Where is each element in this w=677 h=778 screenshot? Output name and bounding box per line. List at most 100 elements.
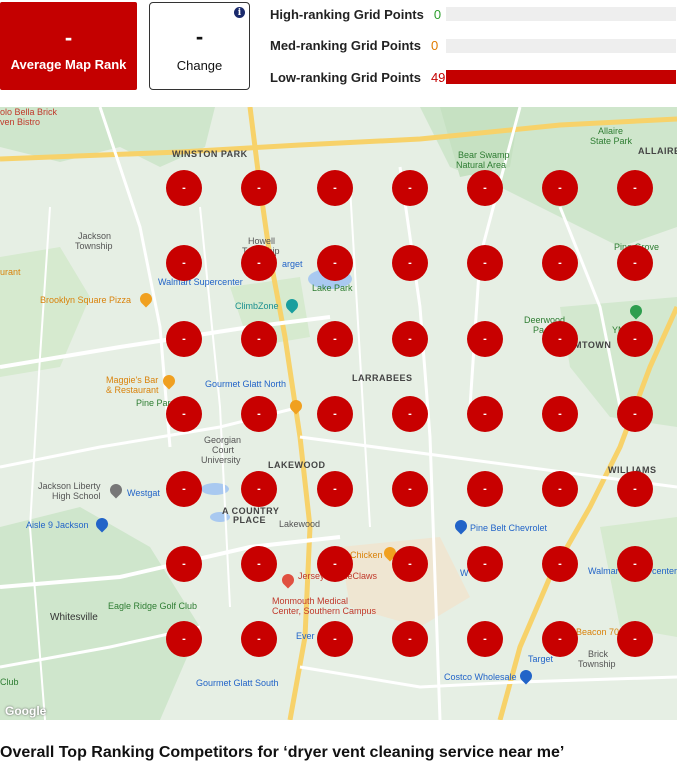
- map-label-restaurant: & Restaurant: [106, 385, 159, 395]
- rank-grid-map[interactable]: olo Bella Brick ven Bistro WINSTON PARK …: [0, 107, 677, 720]
- grid-point-r6-c5[interactable]: -: [467, 546, 503, 582]
- grid-point-r1-c4[interactable]: -: [392, 170, 428, 206]
- map-label-westgate: Westgat: [127, 488, 160, 498]
- grid-point-r3-c1[interactable]: -: [166, 321, 202, 357]
- grid-point-r6-c7[interactable]: -: [617, 546, 653, 582]
- change-value: -: [195, 23, 204, 49]
- grid-point-r5-c5[interactable]: -: [467, 471, 503, 507]
- map-label-urant: urant: [0, 267, 21, 277]
- map-label-brooklyn-square-pizza: Brooklyn Square Pizza: [40, 295, 132, 305]
- map-label-place: PLACE: [233, 515, 267, 525]
- grid-point-r7-c5[interactable]: -: [467, 621, 503, 657]
- grid-point-r3-c4[interactable]: -: [392, 321, 428, 357]
- grid-point-r2-c4[interactable]: -: [392, 245, 428, 281]
- grid-point-r6-c4[interactable]: -: [392, 546, 428, 582]
- grid-point-r3-c2[interactable]: -: [241, 321, 277, 357]
- map-label-allaire-caps: ALLAIRE: [638, 146, 677, 156]
- info-icon[interactable]: i: [234, 7, 245, 18]
- low-ranking-label: Low-ranking Grid Points: [270, 69, 421, 85]
- high-ranking-bar: [446, 7, 676, 21]
- grid-point-r3-c6[interactable]: -: [542, 321, 578, 357]
- map-label-lake-park: Lake Park: [312, 283, 353, 293]
- low-ranking-bar: [446, 70, 676, 84]
- grid-point-r1-c7[interactable]: -: [617, 170, 653, 206]
- med-ranking-row: Med-ranking Grid Points 0: [270, 35, 447, 55]
- map-label-jackson-township: Township: [75, 241, 113, 251]
- grid-point-r1-c6[interactable]: -: [542, 170, 578, 206]
- grid-point-r5-c1[interactable]: -: [166, 471, 202, 507]
- grid-point-r1-c2[interactable]: -: [241, 170, 277, 206]
- map-label-club: Club: [0, 677, 19, 687]
- grid-point-r4-c7[interactable]: -: [617, 396, 653, 432]
- grid-point-r4-c1[interactable]: -: [166, 396, 202, 432]
- grid-point-r5-c7[interactable]: -: [617, 471, 653, 507]
- med-ranking-label: Med-ranking Grid Points: [270, 37, 421, 53]
- grid-point-r5-c6[interactable]: -: [542, 471, 578, 507]
- grid-point-r7-c2[interactable]: -: [241, 621, 277, 657]
- grid-point-r4-c6[interactable]: -: [542, 396, 578, 432]
- grid-point-r4-c4[interactable]: -: [392, 396, 428, 432]
- map-label-climbzone: ClimbZone: [235, 301, 279, 311]
- map-label-allaire: Allaire: [598, 126, 624, 136]
- grid-point-r3-c7[interactable]: -: [617, 321, 653, 357]
- map-label-bear-swamp: Bear Swamp: [458, 150, 510, 160]
- grid-point-r6-c3[interactable]: -: [317, 546, 353, 582]
- change-label: Change: [176, 57, 223, 73]
- grid-point-r5-c2[interactable]: -: [241, 471, 277, 507]
- map-label-brick: Brick: [588, 649, 608, 659]
- map-label-jackson: Jackson: [78, 231, 112, 241]
- grid-point-r6-c2[interactable]: -: [241, 546, 277, 582]
- map-label-center: center: [652, 566, 677, 576]
- map-label-lakewood-caps: LAKEWOOD: [268, 460, 326, 470]
- grid-point-r6-c6[interactable]: -: [542, 546, 578, 582]
- grid-point-r5-c3[interactable]: -: [317, 471, 353, 507]
- grid-point-r4-c5[interactable]: -: [467, 396, 503, 432]
- grid-point-r4-c2[interactable]: -: [241, 396, 277, 432]
- grid-point-r4-c3[interactable]: -: [317, 396, 353, 432]
- grid-point-r5-c4[interactable]: -: [392, 471, 428, 507]
- competitors-section-title: Overall Top Ranking Competitors for ‘dry…: [0, 744, 565, 761]
- grid-point-r3-c3[interactable]: -: [317, 321, 353, 357]
- average-map-rank-label: Average Map Rank: [10, 56, 127, 72]
- med-ranking-bar: [446, 39, 676, 53]
- map-label-eagle-ridge: Eagle Ridge Golf Club: [108, 601, 198, 611]
- map-label-larrabees: LARRABEES: [352, 373, 413, 383]
- low-ranking-count: 49: [430, 69, 446, 85]
- average-map-rank-value: -: [64, 24, 73, 50]
- map-label-gourmet-glatt-north: Gourmet Glatt North: [205, 379, 287, 389]
- map-label-mtown: MTOWN: [574, 340, 612, 350]
- low-ranking-bar-fill: [446, 70, 676, 84]
- grid-point-r7-c1[interactable]: -: [166, 621, 202, 657]
- grid-point-r2-c5[interactable]: -: [467, 245, 503, 281]
- grid-point-r7-c6[interactable]: -: [542, 621, 578, 657]
- average-map-rank-card: - Average Map Rank: [0, 2, 137, 90]
- grid-point-r2-c7[interactable]: -: [617, 245, 653, 281]
- grid-point-r2-c2[interactable]: -: [241, 245, 277, 281]
- grid-point-r1-c3[interactable]: -: [317, 170, 353, 206]
- grid-point-r2-c3[interactable]: -: [317, 245, 353, 281]
- map-label-high-school: High School: [52, 491, 101, 501]
- low-ranking-row: Low-ranking Grid Points 49: [270, 67, 447, 87]
- map-label-southern-campus: Center, Southern Campus: [272, 606, 377, 616]
- map-label-costco: Costco Wholesale: [444, 672, 517, 682]
- high-ranking-label: High-ranking Grid Points: [270, 6, 424, 22]
- map-label-georgian: Georgian: [204, 435, 242, 445]
- grid-point-r1-c1[interactable]: -: [166, 170, 202, 206]
- med-ranking-count: 0: [430, 37, 439, 53]
- grid-point-r7-c4[interactable]: -: [392, 621, 428, 657]
- change-card: i - Change: [149, 2, 250, 90]
- map-label-winston-park: WINSTON PARK: [172, 149, 248, 159]
- map-label-beacon-70: Beacon 70: [576, 627, 620, 637]
- map-label-gourmet-glatt-south: Gourmet Glatt South: [196, 678, 279, 688]
- grid-point-r6-c1[interactable]: -: [166, 546, 202, 582]
- grid-point-r7-c3[interactable]: -: [317, 621, 353, 657]
- grid-point-r3-c5[interactable]: -: [467, 321, 503, 357]
- grid-point-r7-c7[interactable]: -: [617, 621, 653, 657]
- grid-point-r1-c5[interactable]: -: [467, 170, 503, 206]
- map-label-aisle-9: Aisle 9 Jackson: [26, 520, 89, 530]
- high-ranking-row: High-ranking Grid Points 0: [270, 4, 450, 24]
- map-label-court: Court: [212, 445, 235, 455]
- map-label-maggies-bar: Maggie's Bar: [106, 375, 159, 385]
- grid-point-r2-c1[interactable]: -: [166, 245, 202, 281]
- grid-point-r2-c6[interactable]: -: [542, 245, 578, 281]
